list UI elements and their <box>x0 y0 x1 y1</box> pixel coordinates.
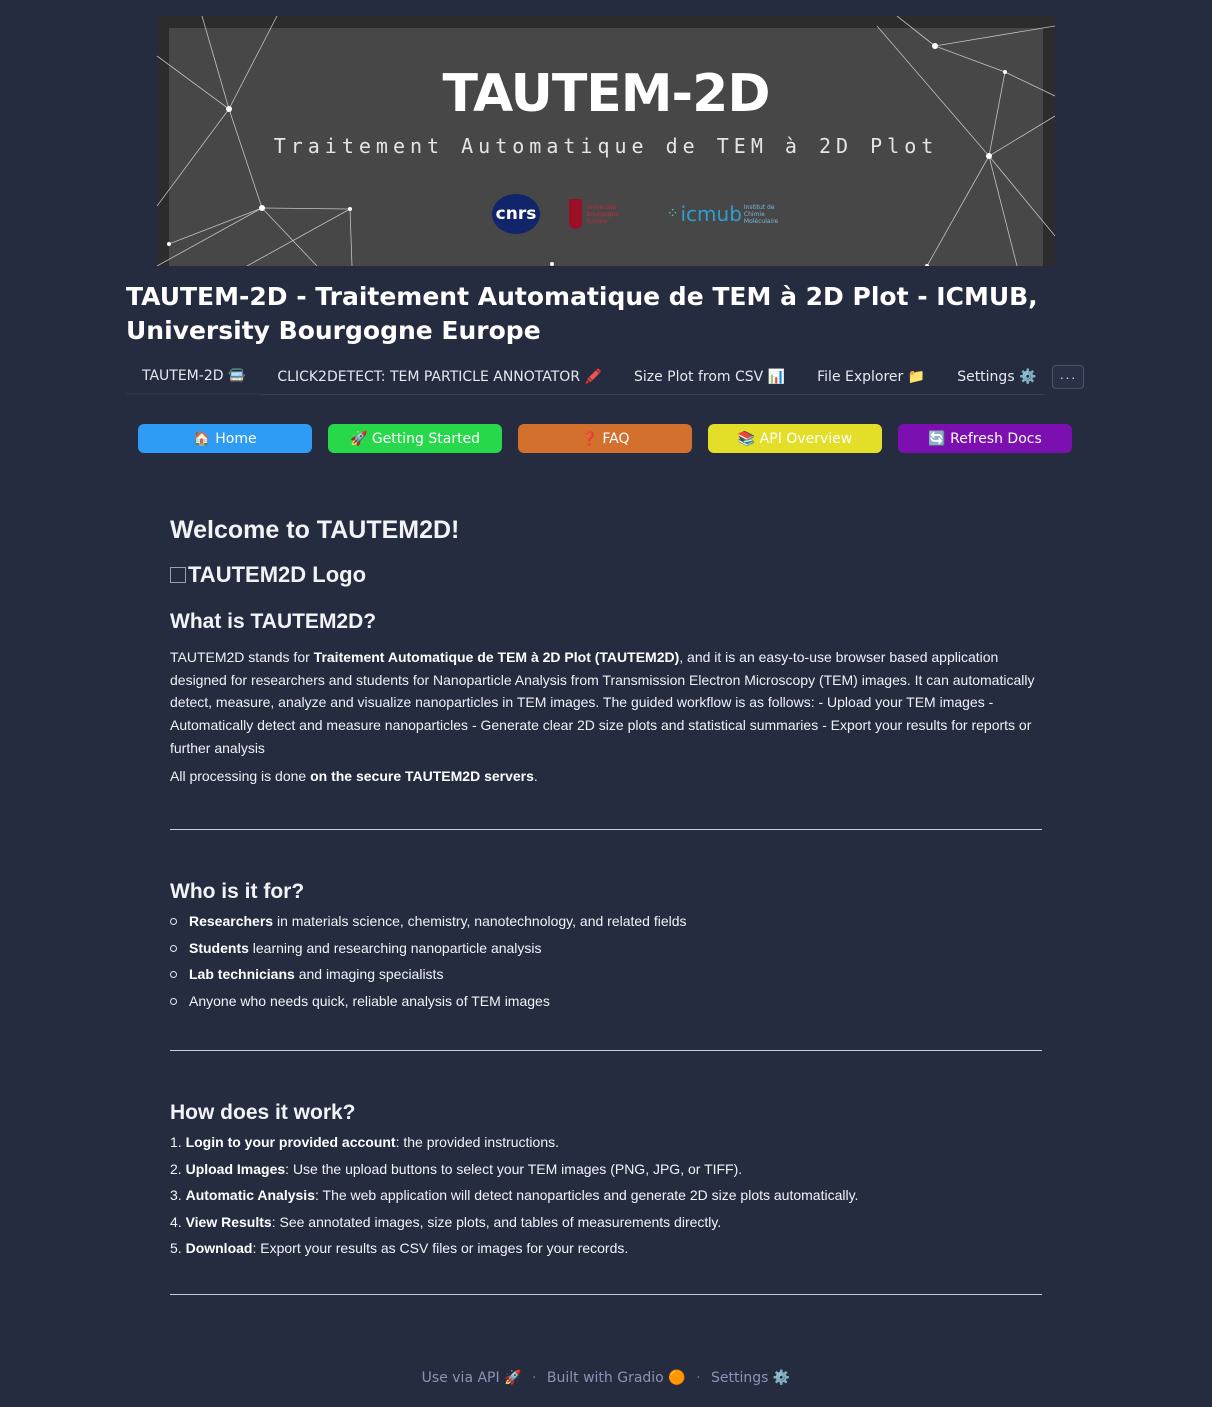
footer-separator: · <box>696 1370 701 1386</box>
list-item: 2. Upload Images: Use the upload buttons… <box>170 1156 1042 1183</box>
icmub-logo-text: icmub <box>680 202 742 226</box>
api-overview-button[interactable]: 📚 API Overview <box>708 424 882 453</box>
list-item: Anyone who needs quick, reliable analysi… <box>170 988 1042 1015</box>
divider <box>170 1050 1042 1052</box>
list-item: Researchers in materials science, chemis… <box>170 908 1042 935</box>
step-title: Upload Images <box>185 1160 286 1177</box>
step-text: : See annotated images, size plots, and … <box>271 1213 722 1230</box>
icmub-dots-icon: ⁘ <box>666 206 679 222</box>
list-item: 3. Automatic Analysis: The web applicati… <box>170 1182 1042 1209</box>
who-list: Researchers in materials science, chemis… <box>170 908 1042 1014</box>
who-heading: Who is it for? <box>170 880 305 904</box>
step-text: : Use the upload buttons to select your … <box>285 1160 743 1177</box>
step-title: View Results <box>185 1213 272 1230</box>
icmub-logo-subtext: Institut de Chimie Moléculaire <box>743 203 779 225</box>
processing-paragraph: All processing is done on the secure TAU… <box>170 765 1042 788</box>
step-title: Download <box>185 1240 253 1257</box>
step-number: 4. <box>170 1213 186 1230</box>
list-item-bold: Students <box>189 939 249 956</box>
list-item-bold: Lab technicians <box>189 966 295 983</box>
step-number: 2. <box>170 1160 186 1177</box>
more-tabs-button[interactable]: ··· <box>1052 365 1084 389</box>
built-with-gradio-link[interactable]: Built with Gradio 🟠 <box>547 1370 686 1386</box>
tab-tautem-2d[interactable]: TAUTEM-2D 🚍 <box>126 359 262 395</box>
list-item: Students learning and researching nanopa… <box>170 935 1042 962</box>
icmub-logo: ⁘ icmub Institut de Chimie Moléculaire <box>667 194 779 234</box>
tab-size-plot-csv[interactable]: Size Plot from CSV 📊 <box>618 360 801 394</box>
refresh-docs-button[interactable]: 🔄 Refresh Docs <box>898 424 1072 453</box>
divider <box>170 1293 1042 1295</box>
what-text-c: , and it is an easy-to-use browser based… <box>170 649 1035 756</box>
faq-button[interactable]: ❓ FAQ <box>518 424 692 453</box>
page-title: TAUTEM-2D - Traitement Automatique de TE… <box>126 282 1038 345</box>
list-item-text: Anyone who needs quick, reliable analysi… <box>189 992 550 1009</box>
step-text: : Export your results as CSV files or im… <box>252 1240 629 1257</box>
list-item-text: in materials science, chemistry, nanotec… <box>273 913 687 930</box>
step-text: : the provided instructions. <box>395 1134 559 1151</box>
use-via-api-link[interactable]: Use via API 🚀 <box>422 1370 522 1386</box>
what-paragraph: TAUTEM2D stands for Traitement Automatiq… <box>170 646 1042 760</box>
welcome-heading: Welcome to TAUTEM2D! <box>170 516 460 544</box>
cnrs-logo: cnrs <box>492 194 540 234</box>
logo-alt-text: TAUTEM2D Logo <box>188 562 367 587</box>
banner-title: TAUTEM-2D <box>442 64 771 124</box>
what-text-a: TAUTEM2D stands for <box>170 649 314 665</box>
footer-settings-link[interactable]: Settings ⚙️ <box>711 1370 790 1386</box>
list-item: 5. Download: Export your results as CSV … <box>170 1235 1042 1262</box>
how-list: 1. Login to your provided account: the p… <box>170 1129 1042 1262</box>
banner-subtitle: Traitement Automatique de TEM à 2D Plot <box>273 134 939 158</box>
processing-text-bold: on the secure TAUTEM2D servers <box>310 767 534 784</box>
list-item-text: and imaging specialists <box>294 966 444 983</box>
step-number: 1. <box>170 1134 186 1151</box>
divider <box>170 829 1042 831</box>
ub-logo: Université Bourgogne Europe <box>569 194 639 234</box>
broken-image-icon <box>170 567 186 583</box>
footer-separator: · <box>531 1370 537 1386</box>
ub-logo-text: Université Bourgogne Europe <box>586 203 619 225</box>
processing-text-c: . <box>533 767 538 784</box>
getting-started-button[interactable]: 🚀 Getting Started <box>328 424 502 453</box>
home-button[interactable]: 🏠 Home <box>138 424 312 453</box>
step-number: 5. <box>170 1240 186 1257</box>
doc-nav-buttons: 🏠 Home 🚀 Getting Started ❓ FAQ 📚 API Ove… <box>138 424 1072 453</box>
how-heading: How does it work? <box>170 1101 356 1125</box>
step-title: Automatic Analysis <box>185 1187 315 1204</box>
list-item-bold: Researchers <box>189 913 274 930</box>
list-item: 4. View Results: See annotated images, s… <box>170 1209 1042 1236</box>
list-item-text: learning and researching nanoparticle an… <box>248 939 542 956</box>
footer: Use via API 🚀 · Built with Gradio 🟠 · Se… <box>0 1370 1212 1386</box>
tab-bar: TAUTEM-2D 🚍 CLICK2DETECT: TEM PARTICLE A… <box>126 360 1044 395</box>
tab-click2detect[interactable]: CLICK2DETECT: TEM PARTICLE ANNOTATOR 🖍️ <box>261 360 618 394</box>
what-heading: What is TAUTEM2D? <box>170 610 377 633</box>
list-item: 1. Login to your provided account: the p… <box>170 1129 1042 1156</box>
processing-text-a: All processing is done <box>170 767 311 784</box>
header-banner: TAUTEM-2D Traitement Automatique de TEM … <box>157 16 1055 266</box>
step-text: : The web application will detect nanopa… <box>314 1187 859 1204</box>
what-text-bold: Traitement Automatique de TEM à 2D Plot … <box>313 649 680 665</box>
step-number: 3. <box>170 1187 186 1204</box>
tab-settings[interactable]: Settings ⚙️ <box>941 360 1052 394</box>
step-title: Login to your provided account <box>185 1134 396 1151</box>
ub-shield-icon <box>569 199 583 229</box>
logo-image-broken: TAUTEM2D Logo <box>170 560 1042 590</box>
cnrs-logo-text: cnrs <box>495 204 537 224</box>
docs-content: Welcome to TAUTEM2D! TAUTEM2D Logo What … <box>170 508 1042 1295</box>
tab-file-explorer[interactable]: File Explorer 📁 <box>801 360 941 394</box>
list-item: Lab technicians and imaging specialists <box>170 961 1042 988</box>
